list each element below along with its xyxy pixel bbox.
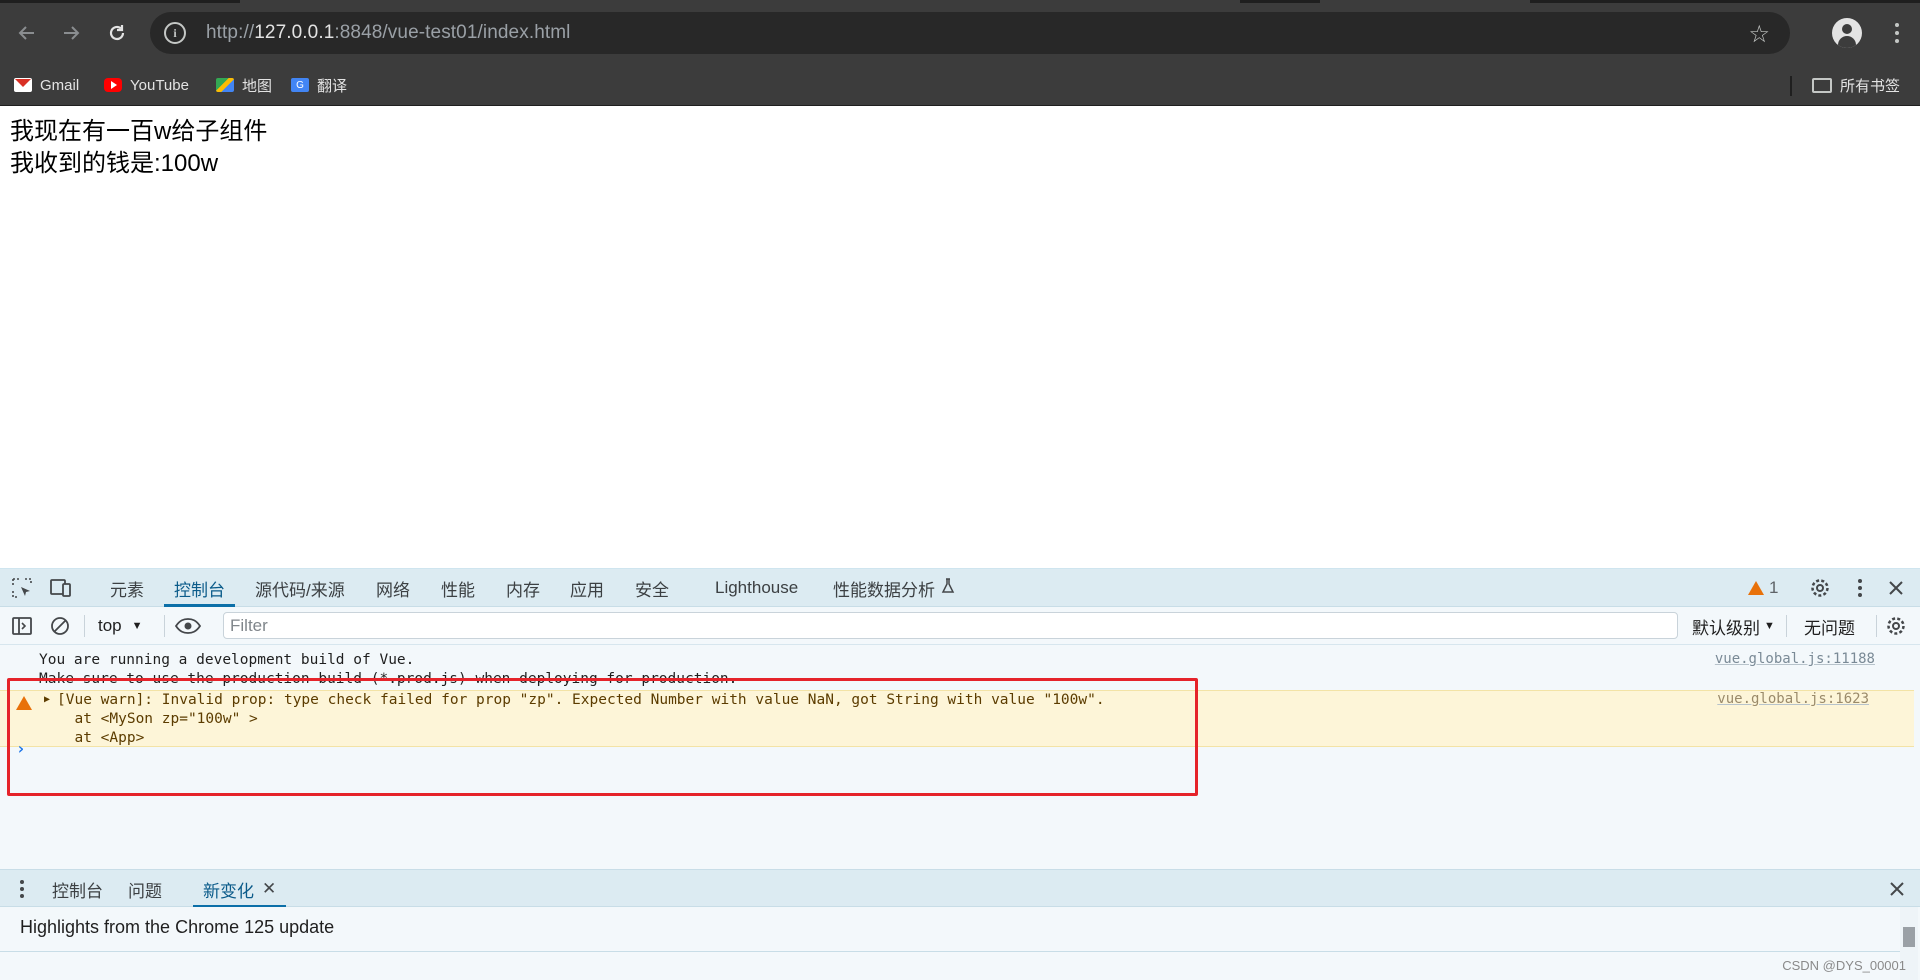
info-source-link[interactable]: vue.global.js:11188 [1715, 651, 1875, 667]
drawer-tab-console[interactable]: 控制台 [52, 870, 103, 908]
forward-button[interactable] [56, 18, 86, 48]
youtube-icon [104, 78, 122, 92]
caret-down-icon: ▼ [1764, 620, 1775, 632]
toolbar-divider [1876, 615, 1877, 637]
toolbar-divider [164, 615, 165, 637]
sidebar-toggle-icon[interactable] [10, 615, 34, 637]
console-settings-button[interactable] [1884, 615, 1908, 637]
devtools-panel: 元素 控制台 源代码/来源 网络 性能 内存 应用 安全 Lighthouse … [0, 568, 1920, 980]
warnings-counter[interactable]: 1 [1748, 569, 1778, 607]
bookmark-gmail[interactable]: Gmail [14, 66, 79, 104]
gear-icon [1811, 579, 1829, 597]
whats-new-panel: Highlights from the Chrome 125 update CS… [0, 907, 1920, 980]
site-info-icon[interactable]: i [164, 22, 186, 44]
tab-application[interactable]: 应用 [570, 569, 604, 607]
child-text: 我收到的钱是:100w [10, 150, 219, 177]
tab-elements[interactable]: 元素 [110, 569, 144, 607]
folder-icon [1812, 77, 1832, 93]
drawer-tabbar: 控制台 问题 新变化 ✕ [0, 869, 1920, 908]
warning-icon [16, 696, 32, 710]
tabstrip-edge [0, 0, 240, 3]
live-expression-eye-icon[interactable] [174, 615, 202, 637]
bookmark-star-icon[interactable]: ☆ [1748, 20, 1770, 48]
all-bookmarks-button[interactable]: 所有书签 [1812, 66, 1900, 104]
drawer-tab-issues[interactable]: 问题 [128, 870, 162, 908]
arrow-right-icon [64, 26, 80, 40]
reload-icon [109, 25, 125, 41]
drawer-menu-button[interactable] [12, 878, 32, 900]
console-warning-message: ▶ [Vue warn]: Invalid prop: type check f… [0, 690, 1914, 747]
back-button[interactable] [12, 18, 42, 48]
scrollbar-thumb[interactable] [1903, 927, 1915, 947]
tab-security[interactable]: 安全 [635, 569, 669, 607]
devtools-more-button[interactable] [1848, 576, 1872, 600]
watermark: CSDN @DYS_00001 [1782, 958, 1906, 973]
url-text: http://127.0.0.1:8848/vue-test01/index.h… [206, 22, 571, 43]
tab-sources[interactable]: 源代码/来源 [255, 569, 345, 607]
arrow-left-icon [18, 26, 34, 40]
expand-triangle-icon[interactable]: ▶ [44, 694, 50, 705]
toolbar-divider [84, 615, 85, 637]
more-vertical-icon [20, 880, 24, 898]
tabstrip-edge [1530, 0, 1920, 3]
tab-memory[interactable]: 内存 [506, 569, 540, 607]
profile-avatar[interactable] [1832, 18, 1862, 48]
drawer-close-button[interactable] [1886, 878, 1908, 900]
flask-icon [941, 577, 955, 599]
gear-icon [1887, 617, 1905, 635]
tab-performance[interactable]: 性能 [441, 569, 475, 607]
devtools-close-button[interactable] [1884, 576, 1908, 600]
devtools-settings-button[interactable] [1808, 576, 1832, 600]
devtools-tabbar: 元素 控制台 源代码/来源 网络 性能 内存 应用 安全 Lighthouse … [0, 569, 1920, 607]
issues-button[interactable]: 无问题 [1804, 607, 1855, 645]
warning-icon [1748, 581, 1764, 595]
context-selector[interactable]: top ▼ [98, 607, 143, 645]
device-toolbar-icon[interactable] [48, 577, 74, 599]
bookmarks-bar: Gmail YouTube 地图 G 翻译 所有书签 [0, 66, 1920, 106]
tab-performance-insights-label: 性能数据分析 [833, 580, 935, 600]
tab-network[interactable]: 网络 [376, 569, 410, 607]
tab-console[interactable]: 控制台 [164, 569, 235, 607]
bookmark-translate[interactable]: G 翻译 [291, 66, 347, 104]
caret-down-icon: ▼ [131, 620, 143, 632]
warning-source-link[interactable]: vue.global.js:1623 [1717, 691, 1869, 707]
browser-menu-button[interactable] [1882, 18, 1912, 48]
console-toolbar: top ▼ Filter 默认级别 ▼ 无问题 [0, 607, 1920, 645]
tab-lighthouse[interactable]: Lighthouse [715, 569, 798, 607]
log-levels-dropdown[interactable]: 默认级别 ▼ [1692, 607, 1775, 645]
address-bar[interactable]: i http://127.0.0.1:8848/vue-test01/index… [150, 12, 1790, 54]
console-output: You are running a development build of V… [0, 645, 1920, 831]
maps-icon [216, 78, 234, 92]
close-icon [1890, 882, 1904, 896]
console-filter-input[interactable]: Filter [223, 612, 1678, 639]
translate-icon: G [291, 78, 309, 92]
page-viewport: 我现在有一百w给子组件 我收到的钱是:100w [0, 106, 1920, 568]
inspect-element-icon[interactable] [10, 577, 34, 599]
drawer-tab-whats-new[interactable]: 新变化 ✕ [192, 870, 287, 908]
bookmark-maps[interactable]: 地图 [216, 66, 272, 104]
close-tab-icon[interactable]: ✕ [262, 879, 276, 899]
browser-toolbar: i http://127.0.0.1:8848/vue-test01/index… [0, 0, 1920, 66]
reload-button[interactable] [102, 18, 132, 48]
toolbar-divider [1786, 615, 1787, 637]
bookmark-youtube[interactable]: YouTube [104, 66, 189, 104]
gmail-icon [14, 78, 32, 92]
whats-new-heading: Highlights from the Chrome 125 update [20, 917, 335, 937]
console-prompt[interactable]: › [16, 739, 26, 758]
tabstrip-edge [1240, 0, 1320, 3]
more-vertical-icon [1858, 579, 1862, 597]
parent-text: 我现在有一百w给子组件 [10, 118, 268, 145]
divider [0, 951, 1900, 952]
clear-console-icon[interactable] [48, 615, 72, 637]
tab-performance-insights[interactable]: 性能数据分析 [833, 569, 955, 607]
close-icon [1889, 581, 1903, 595]
bookmarks-divider [1790, 76, 1792, 96]
console-info-message: You are running a development build of V… [39, 651, 1875, 687]
